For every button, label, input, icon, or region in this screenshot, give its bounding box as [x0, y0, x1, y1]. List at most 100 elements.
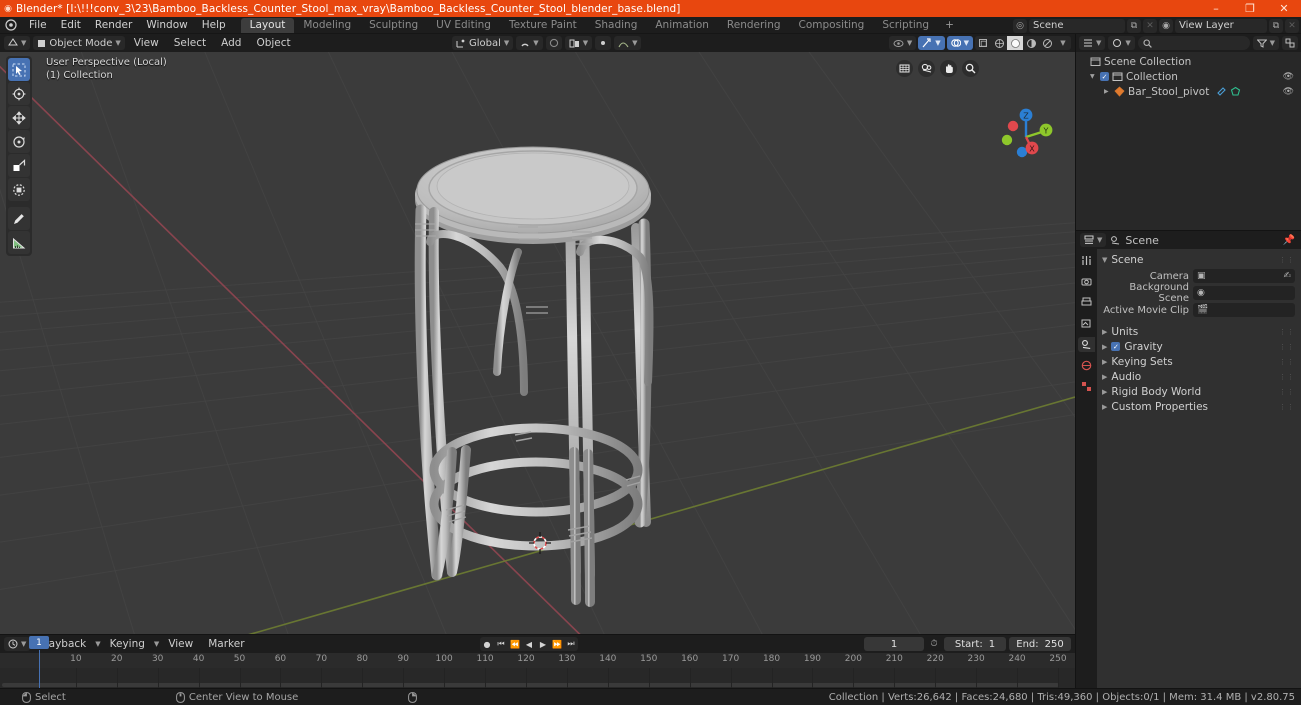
- select-box-tool[interactable]: [8, 58, 30, 81]
- outliner-row-bar-stool-pivot[interactable]: ▶ Bar_Stool_pivot 👁: [1076, 84, 1301, 99]
- menu-edit[interactable]: Edit: [54, 17, 88, 34]
- object-visibility-eye-icon[interactable]: 👁: [1283, 87, 1294, 97]
- jump-end-icon[interactable]: ⏭: [564, 637, 578, 651]
- tab-uv-editing[interactable]: UV Editing: [427, 18, 500, 33]
- outliner-tree[interactable]: ▶ Scene Collection ▼ ✓ Collection 👁 ▶ Ba…: [1076, 52, 1301, 230]
- prev-keyframe-icon[interactable]: ⏪: [508, 637, 522, 651]
- collection-visibility-eye-icon[interactable]: 👁: [1283, 72, 1294, 82]
- maximize-button[interactable]: ❐: [1233, 0, 1267, 17]
- jump-start-icon[interactable]: ⏮: [494, 637, 508, 651]
- gravity-checkbox[interactable]: ✓: [1111, 342, 1121, 351]
- material-preview-icon[interactable]: [1023, 36, 1039, 50]
- timeline-menu-view[interactable]: View: [162, 638, 199, 650]
- end-frame-field[interactable]: End: 250: [1009, 637, 1071, 651]
- wireframe-icon[interactable]: [991, 36, 1007, 50]
- mode-selector[interactable]: Object Mode ▼: [33, 36, 125, 50]
- record-icon[interactable]: ●: [480, 637, 494, 651]
- tab-sculpting[interactable]: Sculpting: [360, 18, 427, 33]
- solid-icon[interactable]: [1007, 36, 1023, 50]
- rigid-body-world-panel-header[interactable]: ▶ Rigid Body World ⋮⋮: [1097, 384, 1301, 399]
- view-layer-tab[interactable]: [1078, 316, 1095, 331]
- viewport-gizmo-toggle-icon[interactable]: [595, 36, 612, 50]
- axis-navigation-gizmo[interactable]: Z Y X: [993, 104, 1059, 170]
- viewport-menu-object[interactable]: Object: [250, 37, 296, 49]
- outliner-search-input[interactable]: [1137, 36, 1250, 50]
- scene-name-field[interactable]: Scene: [1029, 18, 1125, 33]
- overlays-icon[interactable]: ▼: [946, 36, 973, 50]
- playhead-frame-indicator[interactable]: 1: [29, 636, 49, 649]
- tab-shading[interactable]: Shading: [586, 18, 647, 33]
- auto-keying-icon[interactable]: ⏱: [927, 637, 941, 651]
- measure-tool[interactable]: [8, 231, 30, 254]
- tab-layout[interactable]: Layout: [240, 17, 295, 33]
- view-layer-name-field[interactable]: View Layer: [1175, 18, 1267, 33]
- new-view-layer-button[interactable]: ⧉: [1269, 18, 1283, 33]
- outliner-row-collection[interactable]: ▼ ✓ Collection 👁: [1076, 69, 1301, 84]
- proportional-edit-icon[interactable]: [545, 36, 562, 50]
- add-workspace-button[interactable]: +: [938, 18, 961, 33]
- keying-sets-panel-header[interactable]: ▶ Keying Sets ⋮⋮: [1097, 354, 1301, 369]
- editor-type-3dview-icon[interactable]: ▼: [4, 36, 31, 50]
- toggle-camera-icon[interactable]: [918, 60, 935, 77]
- eyedropper-icon[interactable]: ✍: [1283, 271, 1291, 281]
- viewport-3d[interactable]: User Perspective (Local) (1) Collection: [0, 52, 1075, 688]
- collection-checkbox[interactable]: ✓: [1100, 72, 1109, 81]
- scene-browse-icon[interactable]: ◎: [1013, 18, 1027, 33]
- transform-tool[interactable]: [8, 178, 30, 201]
- tool-tab[interactable]: [1078, 253, 1095, 268]
- pin-icon[interactable]: 📌: [1283, 235, 1295, 246]
- render-tab[interactable]: [1078, 274, 1095, 289]
- next-keyframe-icon[interactable]: ⏩: [550, 637, 564, 651]
- rendered-icon[interactable]: [1039, 36, 1055, 50]
- current-frame-field[interactable]: 1: [864, 637, 924, 651]
- outliner-display-mode-icon[interactable]: ▼: [1108, 36, 1135, 50]
- output-tab[interactable]: [1078, 295, 1095, 310]
- tab-rendering[interactable]: Rendering: [718, 18, 790, 33]
- pan-view-icon[interactable]: [940, 60, 957, 77]
- object-expand-triangle[interactable]: ▶: [1104, 88, 1111, 95]
- custom-properties-panel-header[interactable]: ▶ Custom Properties ⋮⋮: [1097, 399, 1301, 414]
- tab-animation[interactable]: Animation: [646, 18, 718, 33]
- falloff-smooth-icon[interactable]: ▼: [614, 36, 642, 50]
- remove-scene-button[interactable]: ✕: [1143, 18, 1157, 33]
- transform-orientation-selector[interactable]: Global ▼: [452, 36, 514, 50]
- collection-expand-triangle[interactable]: ▼: [1090, 73, 1097, 80]
- tab-compositing[interactable]: Compositing: [790, 18, 874, 33]
- viewport-menu-view[interactable]: View: [128, 37, 165, 49]
- viewport-canvas[interactable]: [0, 52, 1075, 687]
- xray-icon[interactable]: [975, 36, 991, 50]
- blender-menu-icon[interactable]: [0, 19, 22, 31]
- close-button[interactable]: ✕: [1267, 0, 1301, 17]
- viewport-menu-add[interactable]: Add: [215, 37, 247, 49]
- audio-panel-header[interactable]: ▶ Audio ⋮⋮: [1097, 369, 1301, 384]
- outliner-settings-icon[interactable]: [1282, 36, 1298, 50]
- gravity-panel-header[interactable]: ▶ ✓ Gravity ⋮⋮: [1097, 339, 1301, 354]
- units-panel-header[interactable]: ▶ Units ⋮⋮: [1097, 324, 1301, 339]
- filter-icon[interactable]: ▼: [1252, 36, 1279, 50]
- outliner-editor-type-icon[interactable]: ▼: [1079, 36, 1106, 50]
- scene-tab[interactable]: [1078, 337, 1095, 352]
- menu-file[interactable]: File: [22, 17, 54, 34]
- scene-panel-header[interactable]: ▼ Scene ⋮⋮: [1097, 252, 1301, 267]
- tab-texture-paint[interactable]: Texture Paint: [500, 18, 586, 33]
- timeline-menu-keying[interactable]: Keying: [104, 638, 151, 650]
- rotate-tool[interactable]: [8, 130, 30, 153]
- viewport-menu-select[interactable]: Select: [168, 37, 212, 49]
- tab-scripting[interactable]: Scripting: [873, 18, 938, 33]
- texture-tab[interactable]: [1078, 379, 1095, 394]
- timeline-horizontal-scrollbar[interactable]: [2, 683, 1059, 687]
- timeline-editor-type-icon[interactable]: ▼: [4, 637, 31, 651]
- move-tool[interactable]: [8, 106, 30, 129]
- zoom-view-icon[interactable]: [962, 60, 979, 77]
- minimize-button[interactable]: –: [1199, 0, 1233, 17]
- modifier-icon[interactable]: [1216, 86, 1227, 97]
- snap-icon[interactable]: ▼: [516, 36, 543, 50]
- tab-modeling[interactable]: Modeling: [294, 18, 360, 33]
- annotate-tool[interactable]: [8, 207, 30, 230]
- cursor-tool[interactable]: [8, 82, 30, 105]
- timeline-ruler[interactable]: 10 20 30 40 50 60 70 80 90 100 110 120 130 140 150 160 1…: [0, 653, 1075, 668]
- play-icon[interactable]: ▶: [536, 637, 550, 651]
- mesh-data-icon[interactable]: [1230, 86, 1241, 97]
- camera-view-icon[interactable]: [896, 60, 913, 77]
- timeline-track-area[interactable]: [0, 668, 1075, 688]
